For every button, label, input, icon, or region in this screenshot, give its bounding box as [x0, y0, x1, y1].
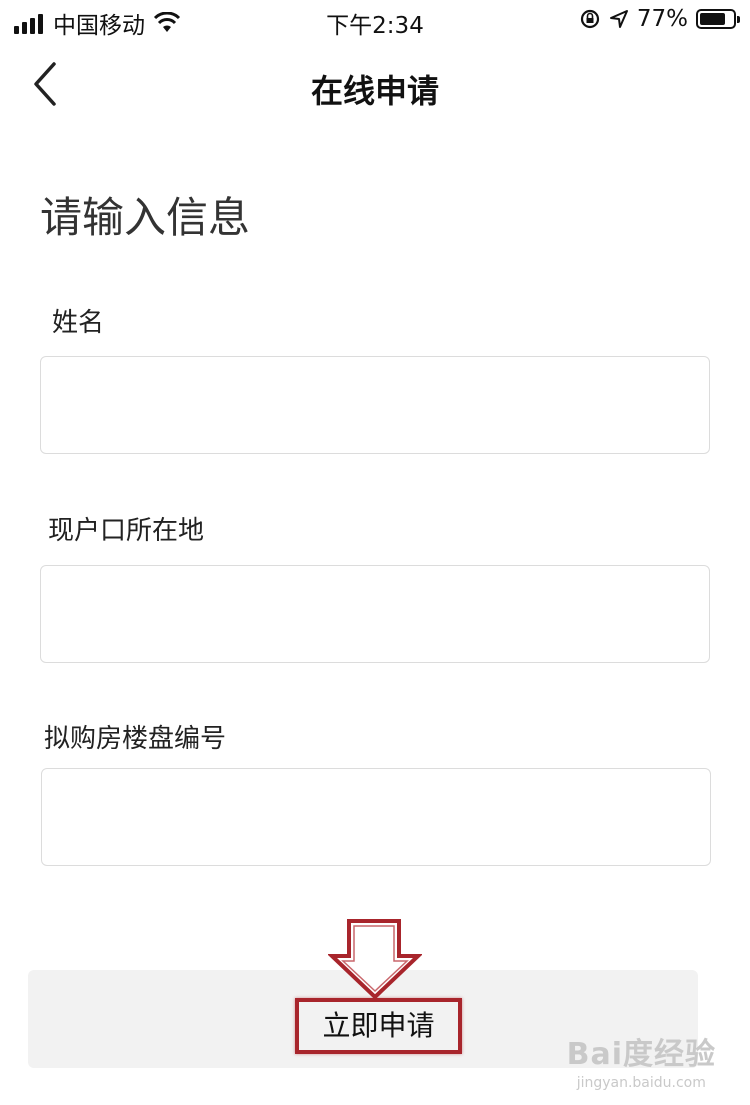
- watermark-url: jingyan.baidu.com: [576, 1075, 706, 1091]
- name-label: 姓名: [52, 308, 105, 338]
- baidu-jingyan-watermark: Bai度经验 jingyan.baidu.com: [567, 1029, 716, 1091]
- household-location-input[interactable]: [40, 565, 710, 663]
- status-right: 77%: [579, 6, 740, 32]
- submit-button-label[interactable]: 立即申请: [295, 998, 462, 1054]
- property-number-input[interactable]: [41, 768, 711, 866]
- property-number-label: 拟购房楼盘编号: [44, 724, 227, 754]
- status-bar: 中国移动 下午2:34 77%: [0, 0, 750, 42]
- down-arrow-icon: [328, 919, 422, 1000]
- watermark-logo: Bai度经验: [566, 1037, 716, 1072]
- app-screen: 中国移动 下午2:34 77% 在线申请 请输入信息 姓名 现户口所在地 拟购房…: [0, 0, 750, 1105]
- battery-icon: [696, 9, 740, 29]
- nav-bar: 在线申请: [0, 54, 750, 118]
- location-icon: [609, 10, 628, 28]
- name-input[interactable]: [40, 356, 710, 454]
- rotation-lock-icon: [580, 9, 599, 29]
- battery-percent: 77%: [636, 6, 688, 32]
- household-location-label: 现户口所在地: [48, 516, 205, 546]
- battery-fill: [700, 13, 725, 25]
- page-title: 在线申请: [310, 72, 439, 110]
- form-heading: 请输入信息: [40, 193, 251, 242]
